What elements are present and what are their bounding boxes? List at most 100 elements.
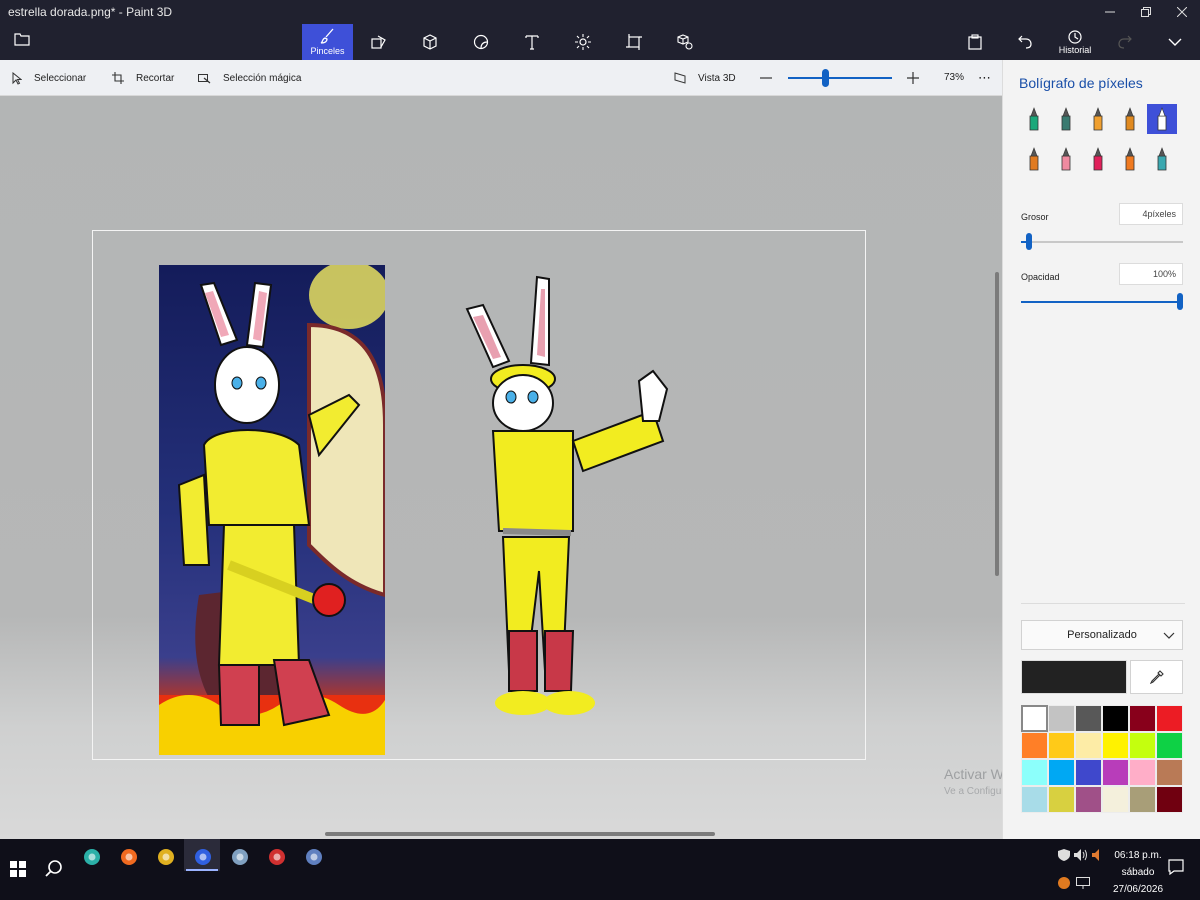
zoom-out-button[interactable]: [760, 60, 784, 96]
redo-button[interactable]: [1100, 24, 1150, 60]
zoom-slider-track[interactable]: [788, 77, 892, 79]
tab-3d-library[interactable]: [659, 24, 710, 60]
taskbar-app-network-app[interactable]: [304, 847, 324, 867]
vertical-scrollbar[interactable]: [995, 272, 999, 576]
palette-swatch[interactable]: [1075, 732, 1102, 759]
palette-swatch[interactable]: [1129, 786, 1156, 813]
taskbar-app-chrome[interactable]: [156, 847, 176, 867]
paint3d-icon: [195, 849, 211, 865]
undo-icon: [1018, 35, 1032, 49]
brush-spray-can[interactable]: [1115, 144, 1145, 174]
brush-fill[interactable]: [1147, 144, 1177, 174]
palette-swatch[interactable]: [1075, 759, 1102, 786]
palette-swatch[interactable]: [1129, 759, 1156, 786]
search-icon[interactable]: [44, 859, 64, 879]
feed-icon[interactable]: [1058, 877, 1070, 892]
palette-swatch[interactable]: [1021, 786, 1048, 813]
canvas[interactable]: [92, 230, 866, 760]
brush-watercolor[interactable]: [1115, 104, 1145, 134]
palette-swatch[interactable]: [1102, 786, 1129, 813]
history-button[interactable]: Historial: [1050, 24, 1100, 60]
current-color-swatch[interactable]: [1021, 660, 1127, 694]
palette-swatch[interactable]: [1048, 705, 1075, 732]
magic-select-button[interactable]: Selección mágica: [198, 60, 301, 96]
tab-2d-shapes[interactable]: [353, 24, 404, 60]
windows-start-icon[interactable]: [8, 859, 28, 879]
tab-text[interactable]: [506, 24, 557, 60]
tab-brushes[interactable]: Pinceles: [302, 24, 353, 60]
select-button[interactable]: Seleccionar: [12, 60, 86, 96]
palette-swatch[interactable]: [1102, 732, 1129, 759]
opacity-slider-thumb[interactable]: [1177, 293, 1183, 310]
view-3d-button[interactable]: Vista 3D: [674, 60, 736, 96]
palette-swatch[interactable]: [1156, 759, 1183, 786]
speaker-muted-icon[interactable]: [1092, 849, 1104, 864]
close-icon[interactable]: [1164, 0, 1200, 24]
color-mode-dropdown[interactable]: Personalizado: [1021, 620, 1183, 650]
thickness-label: Grosor: [1021, 212, 1049, 222]
palette-swatch[interactable]: [1102, 705, 1129, 732]
zoom-percent: 73%: [944, 72, 965, 83]
brush-pixel-pen[interactable]: [1147, 104, 1177, 134]
restore-icon[interactable]: [1128, 0, 1164, 24]
tab-canvas[interactable]: [608, 24, 659, 60]
notifications-icon[interactable]: [1168, 859, 1184, 878]
palette-swatch[interactable]: [1048, 759, 1075, 786]
tab-stickers[interactable]: [455, 24, 506, 60]
crop-icon: [625, 34, 642, 50]
zoom-slider-thumb[interactable]: [822, 69, 829, 87]
zoom-in-button[interactable]: [907, 60, 931, 96]
opacity-input[interactable]: 100%: [1119, 263, 1183, 285]
minimize-icon[interactable]: [1092, 0, 1128, 24]
brush-eraser[interactable]: [1051, 144, 1081, 174]
clock[interactable]: 06:18 p.m. sábado 27/06/2026: [1112, 847, 1164, 898]
taskbar-app-edge[interactable]: [82, 847, 102, 867]
opacity-slider-track[interactable]: [1021, 301, 1183, 303]
taskbar-app-paint[interactable]: [230, 847, 250, 867]
undo-button[interactable]: [1000, 24, 1050, 60]
brush-oil-brush[interactable]: [1083, 104, 1113, 134]
paste-button[interactable]: [950, 24, 1000, 60]
palette-swatch[interactable]: [1129, 732, 1156, 759]
brush-crayon[interactable]: [1083, 144, 1113, 174]
palette-swatch[interactable]: [1156, 705, 1183, 732]
workspace[interactable]: Activar Windows Ve a Configuración para …: [0, 96, 1130, 839]
tab-brushes-label: Pinceles: [310, 46, 345, 56]
crop-button[interactable]: Recortar: [112, 60, 174, 96]
window-controls: [1092, 0, 1200, 24]
crop-label: Recortar: [136, 72, 175, 84]
more-options-button[interactable]: ⋯: [978, 60, 991, 96]
chevron-down-icon: [1163, 632, 1175, 639]
thickness-slider-thumb[interactable]: [1025, 233, 1032, 250]
palette-swatch[interactable]: [1075, 786, 1102, 813]
thickness-slider-track[interactable]: [1021, 241, 1183, 243]
palette-swatch[interactable]: [1021, 705, 1048, 732]
security-icon[interactable]: [1058, 849, 1070, 864]
palette-swatch[interactable]: [1075, 705, 1102, 732]
palette-swatch[interactable]: [1102, 759, 1129, 786]
palette-swatch[interactable]: [1021, 759, 1048, 786]
palette-swatch[interactable]: [1048, 732, 1075, 759]
palette-swatch[interactable]: [1156, 732, 1183, 759]
taskbar-app-firefox[interactable]: [119, 847, 139, 867]
network-icon[interactable]: [1076, 877, 1090, 892]
palette-swatch[interactable]: [1129, 705, 1156, 732]
taskbar-app-snip[interactable]: [267, 847, 287, 867]
brush-pencil[interactable]: [1019, 144, 1049, 174]
cursor-icon: [12, 71, 22, 85]
volume-icon[interactable]: [1074, 849, 1088, 864]
expand-toolbar-button[interactable]: [1150, 24, 1200, 60]
palette-swatch[interactable]: [1021, 732, 1048, 759]
brush-marker[interactable]: [1019, 104, 1049, 134]
palette-swatch[interactable]: [1156, 786, 1183, 813]
thickness-input[interactable]: 4píxeles: [1119, 203, 1183, 225]
brush-calligraphy-pen[interactable]: [1051, 104, 1081, 134]
eyedropper-button[interactable]: [1130, 660, 1183, 694]
tab-effects[interactable]: [557, 24, 608, 60]
tab-3d-shapes[interactable]: [404, 24, 455, 60]
folder-icon[interactable]: [14, 32, 36, 50]
palette-swatch[interactable]: [1048, 786, 1075, 813]
color-mode-label: Personalizado: [1067, 629, 1137, 641]
horizontal-scrollbar[interactable]: [325, 832, 715, 836]
taskbar-app-paint-3d[interactable]: [193, 847, 213, 867]
